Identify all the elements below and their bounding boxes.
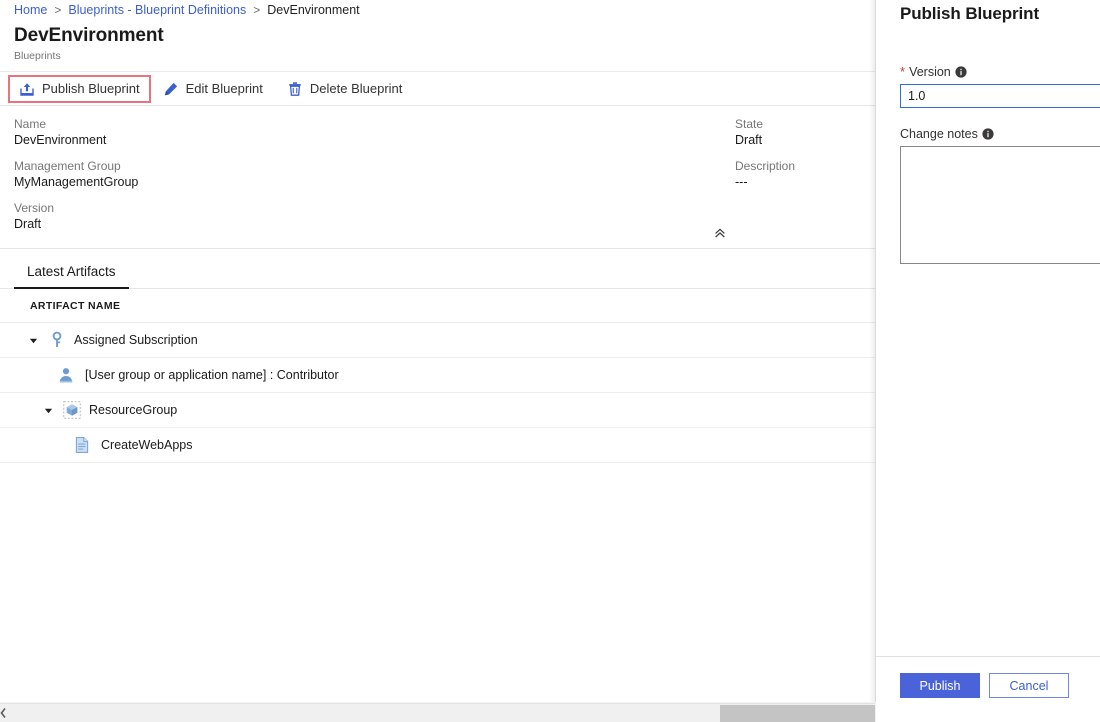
change-notes-field-group: Change notes [900, 126, 1100, 269]
scrollbar-thumb[interactable] [720, 705, 875, 722]
delete-blueprint-label: Delete Blueprint [309, 81, 403, 96]
edit-blueprint-label: Edit Blueprint [185, 81, 263, 96]
table-row[interactable]: CreateWebApps [0, 428, 875, 463]
version-field-group: * Version [900, 64, 1100, 108]
artifact-name: CreateWebApps [101, 438, 193, 452]
breadcrumb: Home > Blueprints - Blueprint Definition… [0, 0, 875, 18]
property-label: Name [14, 117, 47, 131]
breadcrumb-item-blueprint-definitions[interactable]: Blueprints - Blueprint Definitions [68, 3, 246, 17]
tab-label: Latest Artifacts [27, 264, 116, 279]
pane-header: Publish Blueprint [876, 0, 1100, 28]
publish-blueprint-button[interactable]: Publish Blueprint [8, 74, 151, 103]
essentials-panel: Name DevEnvironment Management Group MyM… [0, 106, 875, 249]
horizontal-scrollbar[interactable] [0, 703, 875, 722]
table-row[interactable]: Assigned Subscription [0, 323, 875, 358]
property-description: Description --- [735, 158, 875, 191]
publish-blueprint-pane: Publish Blueprint * Version 1.0 Change n… [876, 0, 1100, 722]
resource-group-icon [63, 401, 81, 419]
user-icon [57, 366, 75, 384]
artifact-name: Assigned Subscription [74, 333, 198, 347]
azure-portal-screen: Home > Blueprints - Blueprint Definition… [0, 0, 1100, 722]
pane-footer: Publish Cancel [876, 656, 1100, 722]
page-subtitle: Blueprints [14, 50, 61, 62]
property-value: Draft [14, 217, 42, 231]
info-icon[interactable] [982, 128, 994, 140]
property-value: Draft [735, 133, 763, 147]
property-label: Management Group [14, 159, 121, 173]
table-row[interactable]: ResourceGroup [0, 393, 875, 428]
artifact-name: [User group or application name] : Contr… [85, 368, 339, 382]
property-value: DevEnvironment [14, 133, 107, 147]
page-title: DevEnvironment [14, 25, 164, 46]
cancel-button[interactable]: Cancel [989, 673, 1069, 698]
property-label: State [735, 117, 764, 131]
command-bar: Publish Blueprint Edit Blueprint Delete … [0, 72, 875, 106]
change-notes-textarea[interactable] [900, 146, 1100, 264]
breadcrumb-item-home[interactable]: Home [14, 3, 47, 17]
scroll-left-arrow-icon[interactable] [0, 706, 7, 718]
collapse-essentials-button[interactable] [710, 228, 730, 244]
property-state: State Draft [735, 116, 875, 149]
version-label: * Version [900, 64, 1100, 80]
pane-body: * Version Change notes [876, 28, 1100, 656]
breadcrumb-separator: > [253, 3, 261, 17]
column-header-artifact-name: ARTIFACT NAME [30, 299, 121, 312]
table-header-row: ARTIFACT NAME [0, 289, 875, 323]
publish-icon [19, 81, 35, 97]
tab-latest-artifacts[interactable]: Latest Artifacts [14, 264, 129, 289]
info-icon[interactable] [955, 66, 967, 78]
breadcrumb-separator: > [54, 3, 62, 17]
breadcrumb-item-current: DevEnvironment [267, 3, 360, 17]
blade-title-block: DevEnvironment Blueprints [0, 18, 875, 72]
property-name: Name DevEnvironment [14, 116, 735, 149]
blueprint-detail-blade: Home > Blueprints - Blueprint Definition… [0, 0, 875, 702]
required-marker: * [900, 64, 906, 79]
pane-title: Publish Blueprint [900, 4, 1040, 23]
double-chevron-up-icon [714, 227, 726, 245]
property-label: Version [14, 201, 55, 215]
key-icon [48, 331, 66, 349]
publish-blueprint-label: Publish Blueprint [42, 81, 140, 96]
chevron-down-icon[interactable] [26, 333, 40, 347]
artifacts-table: ARTIFACT NAME Assigned Subscription [Use… [0, 289, 875, 463]
property-management-group: Management Group MyManagementGroup [14, 158, 735, 191]
version-label-text: Version [909, 65, 951, 79]
version-input[interactable] [900, 84, 1100, 108]
edit-blueprint-button[interactable]: Edit Blueprint [151, 75, 275, 103]
essentials-right-column: State Draft Description --- [735, 116, 875, 242]
change-notes-label-text: Change notes [900, 127, 978, 141]
template-document-icon [73, 436, 91, 454]
property-value: MyManagementGroup [14, 175, 139, 189]
essentials-left-column: Name DevEnvironment Management Group MyM… [0, 116, 735, 242]
chevron-down-icon[interactable] [41, 403, 55, 417]
trash-icon [287, 81, 303, 97]
change-notes-label: Change notes [900, 126, 1100, 142]
delete-blueprint-button[interactable]: Delete Blueprint [275, 75, 415, 103]
property-version: Version Draft [14, 200, 735, 233]
table-row[interactable]: [User group or application name] : Contr… [0, 358, 875, 393]
property-label: Description [735, 159, 796, 173]
artifact-name: ResourceGroup [89, 403, 178, 417]
property-value: --- [735, 175, 748, 189]
pencil-icon [163, 81, 179, 97]
publish-button[interactable]: Publish [900, 673, 980, 698]
tab-bar: Latest Artifacts [0, 249, 875, 289]
